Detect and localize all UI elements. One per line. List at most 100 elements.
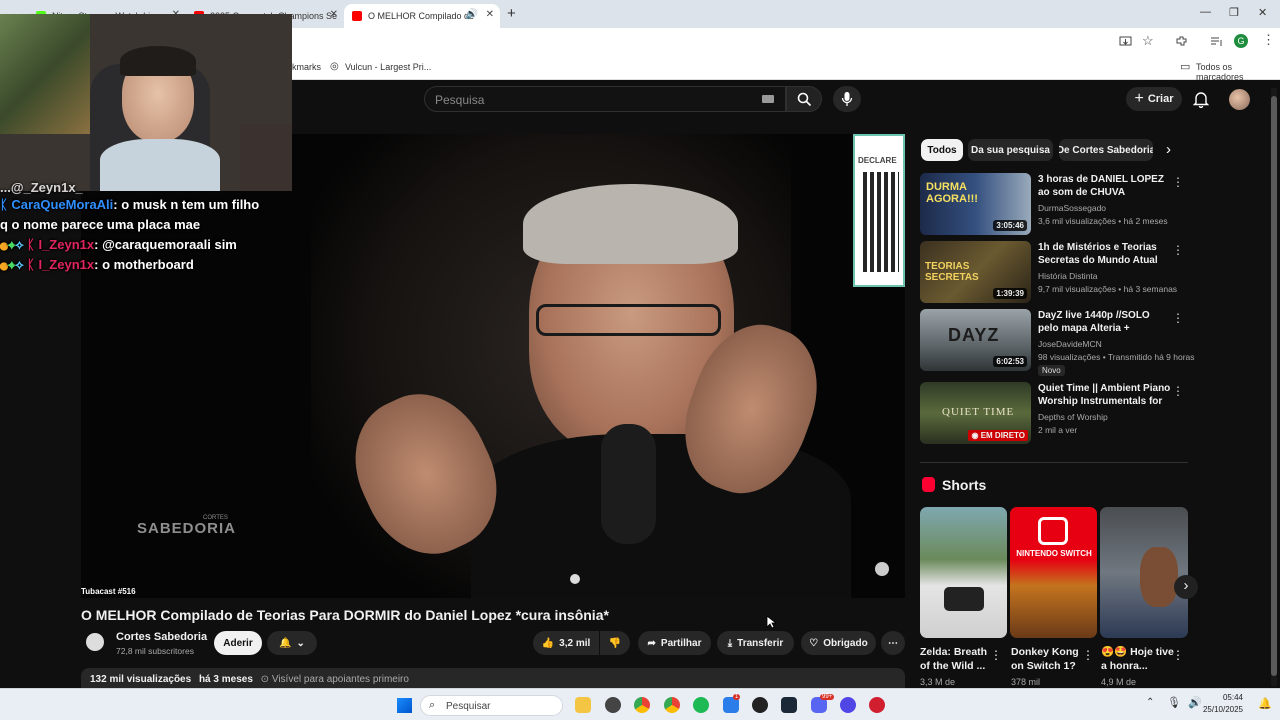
more-actions-button[interactable]: ⋯ [881,631,905,655]
short-thumbnail[interactable]: NINTENDO SWITCH [1010,507,1097,638]
chevron-right-icon[interactable]: › [1166,141,1171,158]
video-thumbnail[interactable]: QUIET TIME ◉ EM DIRETO [920,382,1031,444]
chip-from-search[interactable]: Da sua pesquisa [968,139,1053,161]
kebab-menu-icon[interactable]: ⋮ [1172,311,1184,325]
chrome-profile-icon[interactable] [664,697,680,713]
share-button[interactable]: ➦ Partilhar [638,631,711,655]
kebab-menu-icon[interactable]: ⋮ [1172,175,1184,189]
kebab-menu-icon[interactable]: ⋮ [990,648,1002,662]
app-icon[interactable] [840,697,856,713]
windows-start-icon[interactable] [397,698,412,713]
thumbnail-text: NINTENDO SWITCH [1016,549,1092,558]
recommendation-channel[interactable]: História Distinta [1038,271,1098,281]
notification-badge: 1 [733,694,741,700]
recommendation-meta: 9,7 mil visualizações • há 3 semanas [1038,284,1178,294]
scrollbar-thumb[interactable] [1271,96,1277,676]
steam-icon[interactable] [781,697,797,713]
folder-icon: ▭ [1180,61,1191,73]
chat-text: : o motherboard [94,257,194,272]
menu-kebab-icon[interactable]: ⋮ [1262,32,1275,48]
chevron-up-icon[interactable]: ⌃ [1146,697,1154,708]
kebab-menu-icon[interactable]: ⋮ [1172,648,1184,662]
description-box[interactable]: 132 mil visualizações há 3 meses ⊙ Visív… [81,668,905,688]
like-button[interactable]: 👍 3,2 mil [533,631,599,655]
taskbar-search-placeholder: Pesquisar [446,701,491,712]
search-button[interactable] [786,86,822,112]
extensions-icon[interactable] [1175,35,1188,48]
chip-all[interactable]: Todos [921,139,963,161]
short-views: 3,3 M de [920,677,956,687]
short-title[interactable]: Zelda: Breath of the Wild ... [920,645,994,673]
audio-icon[interactable]: 🔊 [466,9,478,20]
create-button[interactable]: + Criar [1126,87,1182,111]
profile-avatar[interactable]: G [1234,34,1248,48]
microphone-icon[interactable]: 🎙 [1167,696,1181,709]
globe-icon: ◎ [330,61,339,72]
short-thumbnail[interactable] [920,507,1007,638]
minimize-icon[interactable]: — [1200,6,1211,18]
notifications-bell-icon[interactable] [1193,91,1209,108]
all-bookmarks[interactable]: Todos os marcadores [1196,62,1280,82]
shorts-next-button[interactable]: › [1174,575,1198,599]
maximize-icon[interactable]: ❐ [1229,6,1239,19]
recommendation-title[interactable]: DayZ live 1440p //SOLO pelo mapa Alteria… [1038,309,1173,336]
media-control-icon[interactable] [1210,35,1223,48]
channel-avatar[interactable] [86,633,104,651]
bookmark-star-icon[interactable]: ☆ [1142,33,1154,49]
badge-icon: ᛕ [27,257,39,272]
short-title[interactable]: 😍🤩 Hoje tive a honra... [1101,645,1175,673]
thanks-button[interactable]: ♡ Obrigado [801,631,876,655]
notification-subscription-button[interactable]: 🔔 ⌄ [267,631,317,655]
spotify-icon[interactable] [693,697,709,713]
bookmark-item[interactable]: kmarks [292,62,321,72]
chrome-icon[interactable] [634,697,650,713]
file-explorer-icon[interactable] [575,697,591,713]
search-input[interactable]: Pesquisa [424,86,786,112]
join-button[interactable]: Aderir [214,631,262,655]
recommendation-title[interactable]: 1h de Mistérios e Teorias Secretas do Mu… [1038,241,1173,268]
channel-name[interactable]: Cortes Sabedoria [116,631,207,643]
microphone-icon [841,92,853,106]
video-annotation-icon[interactable] [875,562,889,576]
recommendation-channel[interactable]: DurmaSossegado [1038,203,1106,213]
taskbar-date[interactable]: 25/10/2025 [1200,705,1243,714]
install-app-icon[interactable] [1119,35,1132,48]
recommendation-title[interactable]: Quiet Time || Ambient Piano Worship Inst… [1038,382,1173,409]
chat-message: ᛕ CaraQueMoraAli: o musk n tem um filho [0,197,300,217]
recommendation-channel[interactable]: JoseDavideMCN [1038,339,1102,349]
recommendation-channel[interactable]: Depths of Worship [1038,412,1108,422]
close-tab-icon[interactable]: ✕ [330,9,338,20]
voice-search-button[interactable] [833,86,861,112]
tab-active-video[interactable]: O MELHOR Compilado de 🔊 ✕ [344,4,500,28]
app-icon[interactable] [869,697,885,713]
recommendation-title[interactable]: 3 horas de DANIEL LOPEZ ao som de CHUVA … [1038,173,1173,200]
kebab-menu-icon[interactable]: ⋮ [1172,243,1184,257]
chip-from-channel[interactable]: De Cortes Sabedoria [1059,139,1153,161]
short-title[interactable]: Donkey Kong on Switch 1? [1011,645,1085,673]
bookmark-vulcun[interactable]: Vulcun - Largest Pri... [345,62,431,72]
scrollbar-track[interactable] [1271,88,1277,686]
account-avatar[interactable] [1229,89,1250,110]
notifications-bell-icon[interactable]: 🔔 [1258,697,1272,710]
new-tab-button[interactable]: + [507,5,516,22]
video-thumbnail[interactable]: DURMA AGORA!!! 3:05:46 [920,173,1031,235]
close-window-icon[interactable]: ✕ [1258,6,1267,19]
dislike-button[interactable]: 👎 [600,631,630,655]
recommendation-item[interactable]: DURMA AGORA!!! 3:05:46 3 horas de DANIEL… [920,173,1188,235]
taskbar-search[interactable]: ⌕ Pesquisar [420,695,563,716]
obs-icon[interactable] [752,697,768,713]
kebab-menu-icon[interactable]: ⋮ [1082,648,1094,662]
close-tab-icon[interactable]: ✕ [486,9,494,20]
download-button[interactable]: ⤓ Transferir [717,631,794,655]
video-thumbnail[interactable]: TEORIAS SECRETAS 1:39:39 [920,241,1031,303]
recommendation-item[interactable]: DAYZ 6:02:53 DayZ live 1440p //SOLO pelo… [920,309,1195,376]
recommendation-item[interactable]: QUIET TIME ◉ EM DIRETO Quiet Time || Amb… [920,382,1188,444]
recommendation-item[interactable]: TEORIAS SECRETAS 1:39:39 1h de Mistérios… [920,241,1188,303]
video-thumbnail[interactable]: DAYZ 6:02:53 [920,309,1031,371]
bell-icon: 🔔 [279,637,292,649]
keyboard-icon[interactable] [762,95,774,103]
short-thumbnail[interactable] [1100,507,1188,638]
overwatch-icon[interactable] [605,697,621,713]
kebab-menu-icon[interactable]: ⋮ [1172,384,1184,398]
taskbar-time[interactable]: 05:44 [1219,693,1243,702]
